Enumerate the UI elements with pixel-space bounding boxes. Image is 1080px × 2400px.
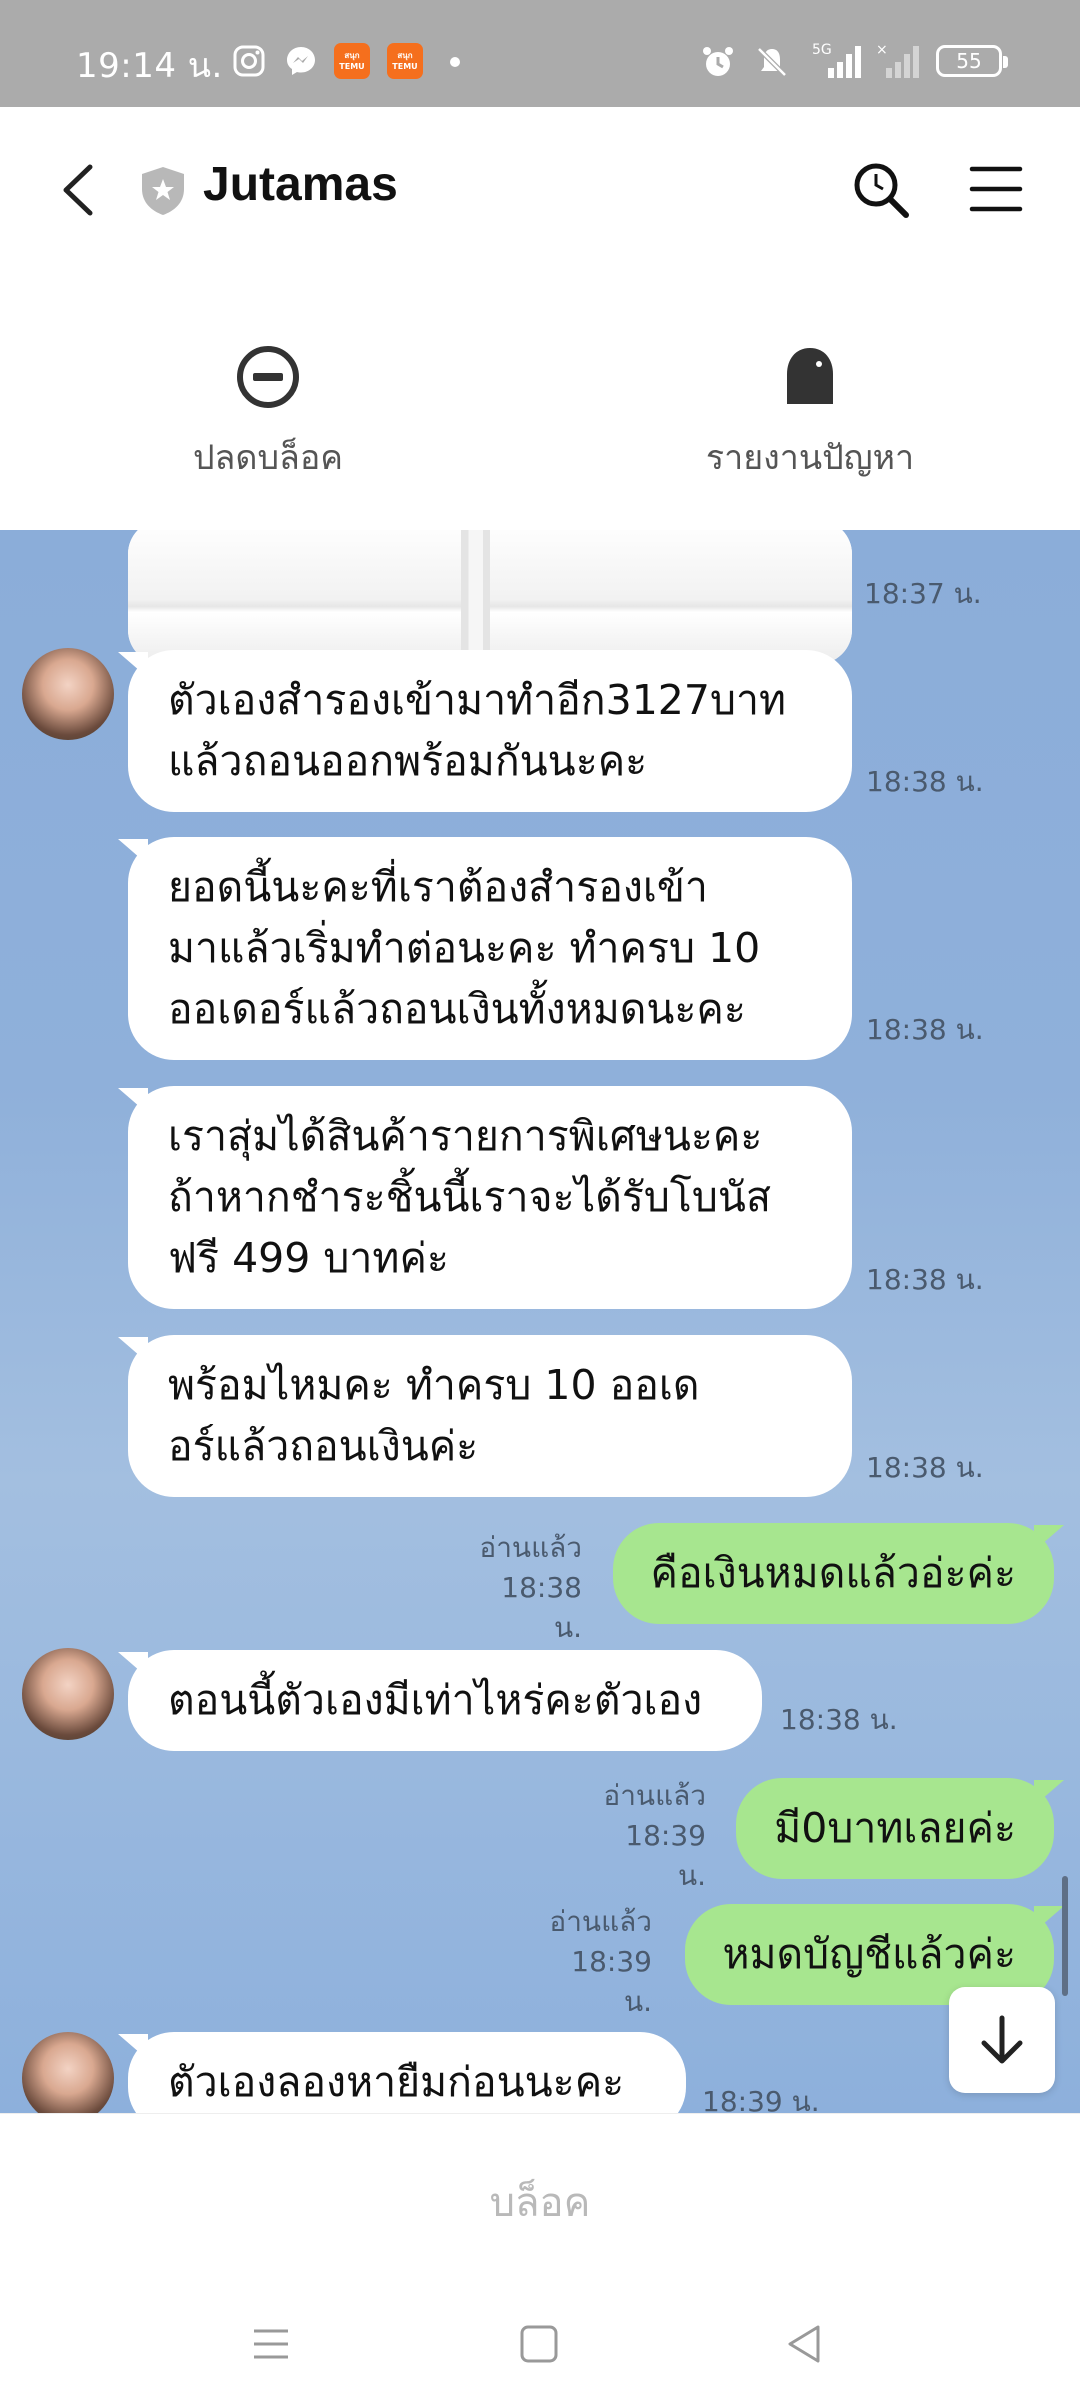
chat-messages-area[interactable]: 18:37 น. ตัวเองสำรองเข้ามาทำอีก3127บาท แ… bbox=[0, 530, 1080, 2113]
message-read-status: อ่านแล้ว 18:39 น. bbox=[596, 1776, 706, 1896]
message-time: 18:39 น. bbox=[702, 2085, 820, 2113]
blocked-label: บล็อค bbox=[489, 2180, 591, 2226]
read-label: อ่านแล้ว bbox=[549, 1905, 652, 1938]
more-notifications-dot bbox=[450, 57, 460, 67]
status-bar: 19:14 น. สนุก TEMU สนุก TEMU 5G × 55 bbox=[0, 0, 1080, 107]
search-icon[interactable] bbox=[848, 157, 914, 223]
message-line: มาแล้วเริ่มทำต่อนะคะ ทำครบ 10 bbox=[168, 924, 761, 972]
arrow-down-icon bbox=[981, 2015, 1023, 2064]
incoming-message[interactable]: ตัวเองสำรองเข้ามาทำอีก3127บาท แล้วถอนออก… bbox=[128, 650, 852, 812]
back-button[interactable] bbox=[52, 155, 112, 225]
blocked-footer: บล็อค bbox=[0, 2113, 1080, 2283]
system-navigation-bar bbox=[0, 2283, 1080, 2400]
chat-title: Jutamas bbox=[203, 158, 398, 211]
mute-icon bbox=[757, 47, 787, 77]
message-time: 18:38 น. bbox=[866, 1263, 984, 1296]
home-icon[interactable] bbox=[514, 2319, 564, 2369]
image-message[interactable] bbox=[128, 530, 852, 664]
image-content bbox=[128, 530, 852, 664]
recent-apps-icon[interactable] bbox=[246, 2319, 296, 2369]
signal-weak-icon: × bbox=[876, 42, 919, 78]
incoming-message[interactable]: ยอดนี้นะคะที่เราต้องสำรองเข้า มาแล้วเริ่… bbox=[128, 837, 852, 1060]
minus-circle-icon bbox=[237, 346, 299, 408]
message-text: ตัวเองลองหายืมก่อนนะคะ bbox=[168, 2058, 625, 2106]
messenger-icon bbox=[287, 47, 315, 75]
status-time: 19:14 น. bbox=[76, 46, 223, 86]
chat-header: Jutamas bbox=[0, 107, 1080, 272]
message-time: 18:38 น. bbox=[866, 1451, 984, 1484]
incoming-message[interactable]: เราสุ่มได้สินค้ารายการพิเศษนะคะ ถ้าหากชำ… bbox=[128, 1086, 852, 1309]
unblock-button[interactable]: ปลดบล็อค bbox=[118, 342, 418, 484]
message-time: 18:38 น. bbox=[780, 1703, 898, 1736]
contact-avatar[interactable] bbox=[22, 648, 114, 740]
message-time: 18:37 น. bbox=[864, 577, 982, 610]
temu-icon: สนุก TEMU bbox=[334, 43, 370, 79]
message-read-status: อ่านแล้ว 18:39 น. bbox=[542, 1902, 652, 2022]
hamburger-menu-icon[interactable] bbox=[968, 159, 1024, 219]
message-line: พร้อมไหมคะ ทำครบ 10 ออเด bbox=[168, 1361, 700, 1409]
message-line: แล้วถอนออกพร้อมกันนะคะ bbox=[168, 737, 648, 785]
message-text: มี0บาทเลยค่ะ bbox=[774, 1804, 1016, 1852]
action-bar: ปลดบล็อค รายงานปัญหา bbox=[0, 272, 1080, 530]
incoming-message[interactable]: ตอนนี้ตัวเองมีเท่าไหร่คะตัวเอง bbox=[128, 1650, 762, 1751]
signal-5g-icon: 5G bbox=[812, 42, 861, 78]
back-nav-icon[interactable] bbox=[780, 2319, 830, 2369]
message-time: 18:38 น. bbox=[866, 765, 984, 798]
outgoing-message[interactable]: มี0บาทเลยค่ะ bbox=[736, 1778, 1054, 1879]
contact-avatar[interactable] bbox=[22, 2032, 114, 2113]
report-label: รายงานปัญหา bbox=[705, 438, 915, 478]
temu-icon: สนุก TEMU bbox=[387, 43, 423, 79]
svg-text:×: × bbox=[876, 42, 888, 58]
scrollbar-thumb[interactable] bbox=[1062, 1876, 1068, 1996]
scroll-to-bottom-button[interactable] bbox=[949, 1987, 1055, 2093]
message-line: เราสุ่มได้สินค้ารายการพิเศษนะคะ bbox=[168, 1112, 763, 1160]
message-time: 18:38 น. bbox=[501, 1571, 582, 1644]
contact-avatar[interactable] bbox=[22, 1648, 114, 1740]
outgoing-message[interactable]: คือเงินหมดแล้วอ่ะค่ะ bbox=[612, 1523, 1054, 1624]
incoming-message[interactable]: ตัวเองลองหายืมก่อนนะคะ bbox=[128, 2032, 686, 2113]
bell-report-icon bbox=[787, 348, 833, 404]
message-line: ฟรี 499 บาทค่ะ bbox=[168, 1234, 449, 1282]
message-read-status: อ่านแล้ว 18:38 น. bbox=[472, 1528, 582, 1648]
battery-indicator: 55 bbox=[936, 45, 1008, 77]
read-label: อ่านแล้ว bbox=[603, 1779, 706, 1812]
message-line: อร์แล้วถอนเงินค่ะ bbox=[168, 1422, 479, 1470]
alarm-icon bbox=[703, 47, 733, 76]
message-line: ยอดนี้นะคะที่เราต้องสำรองเข้า bbox=[168, 863, 708, 911]
message-line: ตัวเองสำรองเข้ามาทำอีก3127บาท bbox=[168, 676, 787, 724]
message-text: คือเงินหมดแล้วอ่ะค่ะ bbox=[650, 1549, 1016, 1597]
message-text: หมดบัญชีแล้วค่ะ bbox=[722, 1930, 1017, 1978]
unblock-label: ปลดบล็อค bbox=[192, 438, 344, 478]
message-time: 18:39 น. bbox=[571, 1945, 652, 2018]
shield-star-icon bbox=[142, 167, 184, 215]
message-text: ตอนนี้ตัวเองมีเท่าไหร่คะตัวเอง bbox=[168, 1676, 703, 1724]
message-time: 18:39 น. bbox=[625, 1819, 706, 1892]
instagram-icon bbox=[233, 45, 265, 77]
incoming-message[interactable]: พร้อมไหมคะ ทำครบ 10 ออเด อร์แล้วถอนเงินค… bbox=[128, 1335, 852, 1497]
svg-text:5G: 5G bbox=[812, 42, 832, 58]
message-line: ถ้าหากชำระชิ้นนี้เราจะได้รับโบนัส bbox=[168, 1173, 771, 1221]
message-line: ออเดอร์แล้วถอนเงินทั้งหมดนะคะ bbox=[168, 985, 746, 1033]
read-label: อ่านแล้ว bbox=[479, 1531, 582, 1564]
message-time: 18:38 น. bbox=[866, 1013, 984, 1046]
report-button[interactable]: รายงานปัญหา bbox=[660, 342, 960, 484]
